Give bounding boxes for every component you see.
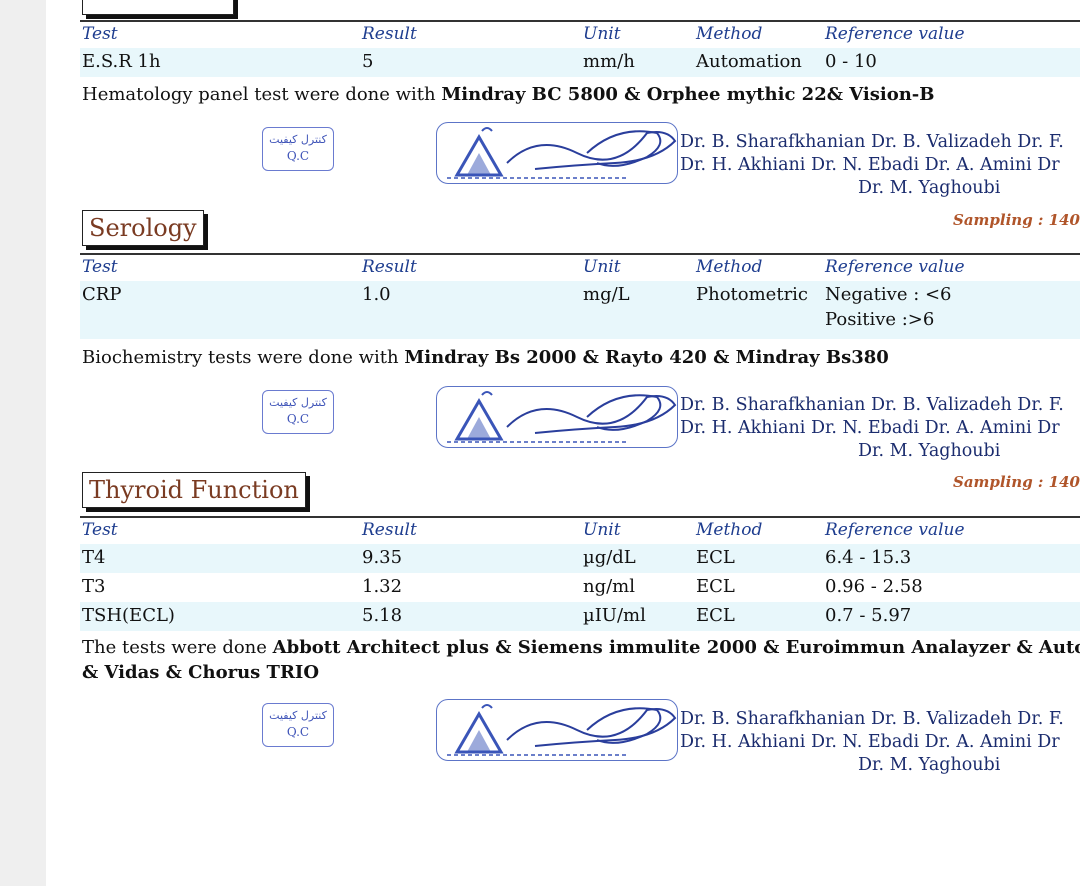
col-header-method: Method (696, 257, 763, 277)
col-header-test: Test (82, 520, 118, 540)
doctors-line-2: Dr. H. Akhiani Dr. N. Ebadi Dr. A. Amini… (680, 418, 1060, 438)
test-reference: 0.7 - 5.97 (825, 605, 912, 626)
doctors-line-2: Dr. H. Akhiani Dr. N. Ebadi Dr. A. Amini… (680, 155, 1060, 175)
thyroid-note: The tests were done Abbott Architect plu… (82, 637, 1080, 658)
report-page: Test Result Unit Method Reference value … (46, 0, 1080, 886)
qc-stamp: کنترل کیفیت Q.C (262, 703, 334, 747)
doctors-line-1: Dr. B. Sharafkhanian Dr. B. Valizadeh Dr… (680, 709, 1064, 729)
test-method: ECL (696, 547, 735, 568)
test-name: TSH(ECL) (82, 605, 175, 626)
qc-stamp: کنترل کیفیت Q.C (262, 390, 334, 434)
table-row (80, 48, 1080, 77)
thyroid-top-rule (80, 516, 1080, 518)
doctors-line-3: Dr. M. Yaghoubi (858, 441, 1001, 461)
qc-stamp-fa: کنترل کیفیت (269, 396, 327, 409)
col-header-result: Result (362, 257, 417, 277)
note-text: Biochemistry tests were done with (82, 347, 405, 368)
test-reference: 0 - 10 (825, 51, 877, 72)
col-header-reference: Reference value (825, 520, 965, 540)
hematology-top-rule (80, 20, 1080, 22)
test-unit: µIU/ml (583, 605, 646, 626)
note-instruments: Mindray BC 5800 & Orphee mythic 22& Visi… (441, 84, 935, 105)
test-result: 1.0 (362, 284, 391, 305)
col-header-method: Method (696, 24, 763, 44)
qc-stamp-en: Q.C (286, 412, 310, 426)
table-row (80, 602, 1080, 631)
serology-top-rule (80, 253, 1080, 255)
table-row (80, 544, 1080, 573)
test-method: ECL (696, 576, 735, 597)
test-name: E.S.R 1h (82, 51, 161, 72)
test-result: 9.35 (362, 547, 403, 568)
qc-stamp: کنترل کیفیت Q.C (262, 127, 334, 171)
note-text: The tests were done (82, 637, 273, 658)
doctors-list: Dr. B. Sharafkhanian Dr. B. Valizadeh Dr… (680, 394, 1064, 463)
section-title-thyroid: Thyroid Function (82, 472, 306, 508)
test-name: T3 (82, 576, 106, 597)
sampling-date: Sampling : 140 (953, 211, 1080, 229)
col-header-result: Result (362, 520, 417, 540)
sampling-date: Sampling : 140 (953, 473, 1080, 491)
test-unit: mg/L (583, 284, 630, 305)
doctors-line-1: Dr. B. Sharafkhanian Dr. B. Valizadeh Dr… (680, 132, 1064, 152)
doctors-line-1: Dr. B. Sharafkhanian Dr. B. Valizadeh Dr… (680, 395, 1064, 415)
col-header-method: Method (696, 520, 763, 540)
doctors-line-2: Dr. H. Akhiani Dr. N. Ebadi Dr. A. Amini… (680, 732, 1060, 752)
test-reference: 0.96 - 2.58 (825, 576, 923, 597)
col-header-reference: Reference value (825, 24, 965, 44)
col-header-unit: Unit (583, 520, 621, 540)
lab-stamp-signature (436, 386, 678, 448)
test-reference-positive: Positive :>6 (825, 309, 935, 330)
col-header-unit: Unit (583, 24, 621, 44)
test-name: T4 (82, 547, 106, 568)
qc-stamp-en: Q.C (286, 725, 310, 739)
lab-stamp-signature (436, 699, 678, 761)
test-reference: 6.4 - 15.3 (825, 547, 912, 568)
page-gutter (0, 0, 46, 886)
doctors-line-3: Dr. M. Yaghoubi (858, 755, 1001, 775)
section-title-serology: Serology (82, 210, 204, 246)
hematology-section-tab (82, 0, 234, 15)
note-text: Hematology panel test were done with (82, 84, 442, 105)
test-reference: Negative : <6 (825, 284, 952, 305)
col-header-reference: Reference value (825, 257, 965, 277)
test-unit: ng/ml (583, 576, 636, 597)
test-method: Photometric (696, 284, 809, 305)
col-header-unit: Unit (583, 257, 621, 277)
test-result: 5.18 (362, 605, 403, 626)
test-name: CRP (82, 284, 122, 305)
col-header-result: Result (362, 24, 417, 44)
doctors-list: Dr. B. Sharafkhanian Dr. B. Valizadeh Dr… (680, 131, 1064, 200)
test-unit: mm/h (583, 51, 635, 72)
note-instruments: Mindray Bs 2000 & Rayto 420 & Mindray Bs… (404, 347, 889, 368)
doctors-list: Dr. B. Sharafkhanian Dr. B. Valizadeh Dr… (680, 708, 1064, 777)
doctors-line-3: Dr. M. Yaghoubi (858, 178, 1001, 198)
col-header-test: Test (82, 24, 118, 44)
test-result: 5 (362, 51, 374, 72)
thyroid-note-line-2: & Vidas & Chorus TRIO (82, 662, 320, 683)
biochemistry-note: Biochemistry tests were done with Mindra… (82, 347, 889, 368)
col-header-test: Test (82, 257, 118, 277)
lab-stamp-signature (436, 122, 678, 184)
qc-stamp-fa: کنترل کیفیت (269, 133, 327, 146)
qc-stamp-en: Q.C (286, 149, 310, 163)
test-unit: µg/dL (583, 547, 636, 568)
note-instruments: Abbott Architect plus & Siemens immulite… (272, 637, 1080, 658)
test-result: 1.32 (362, 576, 403, 597)
qc-stamp-fa: کنترل کیفیت (269, 709, 327, 722)
hematology-note: Hematology panel test were done with Min… (82, 84, 934, 105)
test-method: Automation (696, 51, 802, 72)
test-method: ECL (696, 605, 735, 626)
